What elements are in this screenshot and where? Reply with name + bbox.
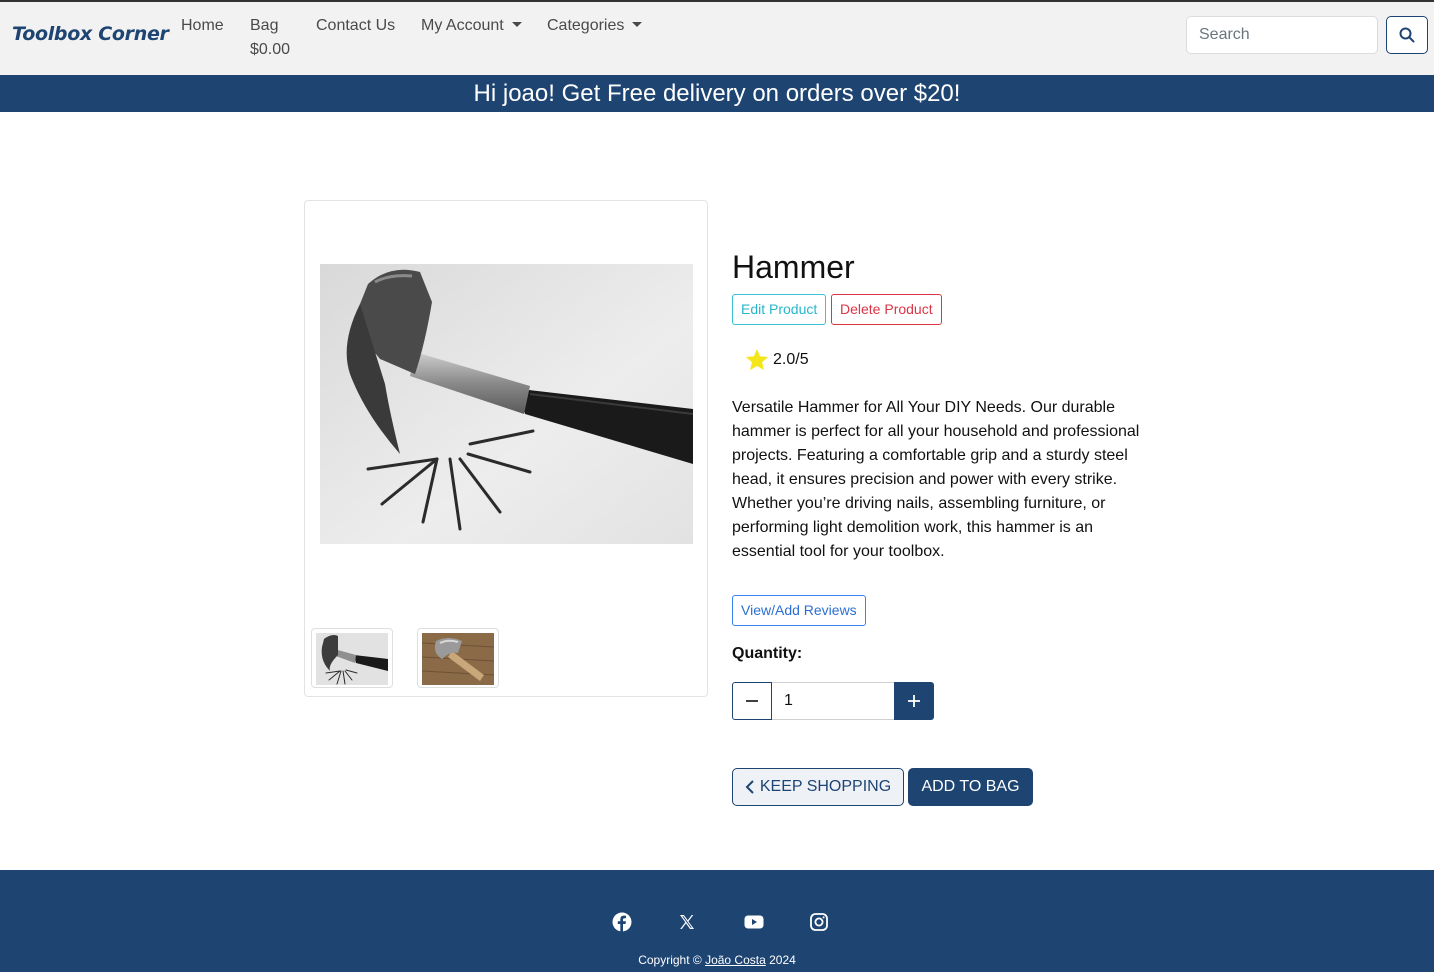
quantity-label: Quantity: (732, 645, 803, 662)
nav-bag-label: Bag (250, 17, 279, 34)
caret-down-icon (511, 22, 522, 27)
nav-my-account-dropdown[interactable]: My Account (421, 14, 522, 38)
search-input[interactable] (1186, 16, 1378, 54)
star-icon (745, 348, 769, 371)
keep-shopping-label: KEEP SHOPPING (759, 778, 892, 795)
quantity-increment-button[interactable] (894, 682, 934, 720)
youtube-icon[interactable] (744, 912, 764, 932)
copyright: Copyright © João Costa 2024 (0, 953, 1434, 967)
chevron-left-icon (745, 780, 754, 794)
nav-categories-label: Categories (547, 17, 625, 34)
delete-product-button[interactable]: Delete Product (831, 294, 942, 325)
search-icon (1399, 27, 1415, 43)
caret-down-icon (632, 22, 643, 27)
copyright-year: 2024 (765, 953, 796, 967)
rating-value: 2.0/5 (773, 351, 809, 368)
keep-shopping-button[interactable]: KEEP SHOPPING (732, 768, 904, 806)
nav-categories-dropdown[interactable]: Categories (547, 14, 643, 38)
quantity-decrement-button[interactable] (732, 682, 772, 720)
instagram-icon[interactable] (809, 912, 829, 932)
plus-icon (908, 695, 920, 707)
minus-icon (746, 700, 758, 702)
search-button[interactable] (1386, 16, 1428, 54)
footer: Copyright © João Costa 2024 (0, 870, 1434, 972)
view-add-reviews-button[interactable]: View/Add Reviews (732, 595, 866, 626)
nav-bag-total: $0.00 (250, 41, 291, 58)
product-rating: 2.0/5 (744, 345, 809, 375)
nav-my-account-label: My Account (421, 17, 504, 34)
edit-product-button[interactable]: Edit Product (732, 294, 827, 325)
product-thumbnail[interactable] (311, 628, 393, 688)
product-main-image (320, 264, 693, 544)
quantity-input[interactable] (772, 682, 894, 720)
author-link[interactable]: João Costa (705, 953, 766, 967)
promo-banner: Hi joao! Get Free delivery on orders ove… (0, 75, 1434, 112)
product-image-card (304, 200, 708, 697)
product-title: Hammer (732, 249, 855, 285)
x-icon[interactable] (677, 912, 697, 932)
product-thumbnail[interactable] (417, 628, 499, 688)
copyright-prefix: Copyright © (638, 953, 706, 967)
brand-logo[interactable]: Toolbox Corner (12, 23, 169, 45)
nav-home[interactable]: Home (181, 14, 224, 38)
product-description: Versatile Hammer for All Your DIY Needs.… (732, 399, 1140, 560)
add-to-bag-button[interactable]: ADD TO BAG (908, 768, 1033, 806)
navbar: Toolbox Corner Home Bag $0.00 Contact Us… (0, 0, 1434, 75)
nav-bag[interactable]: Bag $0.00 (250, 14, 290, 62)
facebook-icon[interactable] (612, 912, 632, 932)
nav-contact[interactable]: Contact Us (316, 14, 395, 38)
